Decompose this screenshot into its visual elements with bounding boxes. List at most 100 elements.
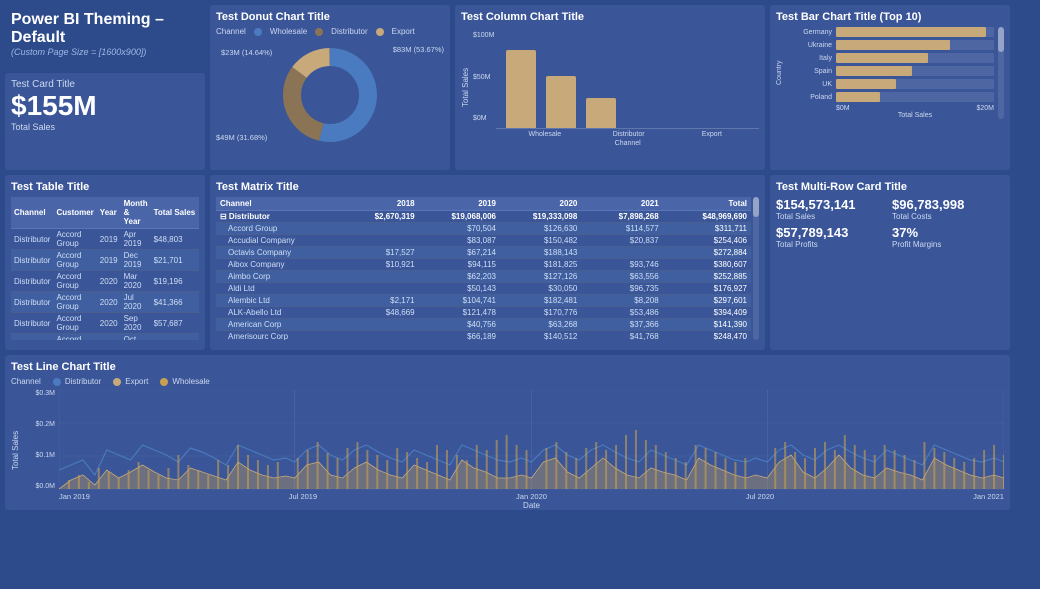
title-panel: Power BI Theming – Default (Custom Page … <box>5 5 205 63</box>
scrollbar-thumb[interactable] <box>998 27 1004 52</box>
legend-distributor-dot <box>315 28 323 36</box>
wholesale-legend-dot <box>160 378 168 386</box>
donut-svg <box>275 40 385 150</box>
col-sales: Total Sales <box>151 197 199 229</box>
line-chart-inner: Jan 2019 Jul 2019 Jan 2020 Jul 2020 Jan … <box>59 390 1004 510</box>
line-legend-export: Export <box>113 377 148 386</box>
x-label-distributor: Distributor <box>613 131 643 138</box>
col-customer: Customer <box>53 197 96 229</box>
x-tick-jul2020: Jul 2020 <box>746 492 774 501</box>
matrix-row: Aimbo Corp $62,203 $127,126 $63,556 $252… <box>216 271 751 283</box>
matrix-panel: Test Matrix Title Channel 2018 2019 2020… <box>210 175 765 350</box>
bar-x-tick-0: $0M <box>836 105 850 112</box>
matrix-col-channel: Channel <box>216 197 344 211</box>
scrollbar-track[interactable] <box>998 27 1004 119</box>
line-legend-wholesale: Wholesale <box>160 377 209 386</box>
matrix-col-2021: 2021 <box>581 197 662 211</box>
donut-legend: Channel Wholesale Distributor Export <box>216 27 444 36</box>
matrix-col-2019: 2019 <box>419 197 500 211</box>
hbar-fill-spain <box>836 66 912 76</box>
hbar-track-ukraine <box>836 40 994 50</box>
hbar-track-spain <box>836 66 994 76</box>
multirow-grid: $154,573,141 Total Sales $96,783,998 Tot… <box>776 197 1004 249</box>
line-chart-svg <box>59 390 1004 490</box>
card-value: $155M <box>11 90 199 122</box>
legend-channel-label: Channel <box>216 27 246 36</box>
col-bar-wholesale <box>506 50 536 128</box>
matrix-scrollbar-track[interactable] <box>753 197 759 340</box>
multirow-profit-margins-lbl: Profit Margins <box>892 240 1004 249</box>
table-container[interactable]: Channel Customer Year Month & Year Total… <box>11 197 199 340</box>
bar-x-tick-20: $20M <box>976 105 994 112</box>
legend-wholesale-dot <box>254 28 262 36</box>
hbar-fill-germany <box>836 27 986 37</box>
multirow-profit-margins-val: 37% <box>892 225 1004 240</box>
hbar-germany: Germany <box>787 27 994 37</box>
distributor-legend-label: Distributor <box>65 377 101 386</box>
hbar-fill-poland <box>836 92 880 102</box>
col-bar-wholesale-rect <box>506 50 536 128</box>
subtitle: (Custom Page Size = [1600x900]) <box>11 47 199 57</box>
line-chart-body: Total Sales $0.3M $0.2M $0.1M $0.0M <box>11 390 1004 510</box>
x-label-wholesale: Wholesale <box>529 131 559 138</box>
matrix-row: Accord Group $70,504 $126,630 $114,577 $… <box>216 223 751 235</box>
table-row: DistributorAccord Group2020Oct 2020$11,6… <box>11 334 199 341</box>
table-row: DistributorAccord Group2020Jul 2020$41,3… <box>11 292 199 313</box>
multirow-profit-margins: 37% Profit Margins <box>892 225 1004 249</box>
x-tick-jan2020: Jan 2020 <box>516 492 547 501</box>
line-x-label: Date <box>59 501 1004 510</box>
bar-x-ticks: $0M $20M <box>836 105 994 112</box>
y-tick-02: $0.2M <box>27 421 55 428</box>
donut-label-export: $23M (14.64%) <box>221 48 272 57</box>
x-tick-jan2019: Jan 2019 <box>59 492 90 501</box>
card-sublabel: Total Sales <box>11 122 199 132</box>
hbar-poland: Poland <box>787 92 994 102</box>
hbar-label-germany: Germany <box>787 29 832 36</box>
hbar-label-uk: UK <box>787 81 832 88</box>
bar-chart-area: Country Germany Ukraine Italy <box>776 27 1004 119</box>
y-tick-bot: $0M <box>473 115 494 122</box>
multirow-total-profits-val: $57,789,143 <box>776 225 888 240</box>
matrix-row: Alembic Ltd $2,171 $104,741 $182,481 $8,… <box>216 295 751 307</box>
hbar-track-italy <box>836 53 994 63</box>
multirow-total-sales: $154,573,141 Total Sales <box>776 197 888 221</box>
line-legend-channel: Channel <box>11 377 41 386</box>
matrix-row: Accudial Company $83,087 $150,482 $20,83… <box>216 235 751 247</box>
matrix-group-distributor: ⊟ Distributor $2,670,319 $19,068,006 $19… <box>216 211 751 223</box>
col-bar-export <box>586 98 616 128</box>
column-chart-inner: Wholesale Distributor Export Channel <box>496 27 759 147</box>
col-bar-export-rect <box>586 98 616 128</box>
col-bar-distributor-rect <box>546 76 576 128</box>
matrix-col-2020: 2020 <box>500 197 581 211</box>
line-chart-title: Test Line Chart Title <box>11 361 1004 373</box>
matrix-row: Aibox Company $10,921 $94,115 $181,825 $… <box>216 259 751 271</box>
hbar-spain: Spain <box>787 66 994 76</box>
table-row: DistributorAccord Group2020Mar 2020$19,1… <box>11 271 199 292</box>
hbar-track-germany <box>836 27 994 37</box>
legend-distributor-label: Distributor <box>331 27 367 36</box>
multirow-total-costs-val: $96,783,998 <box>892 197 1004 212</box>
bar-x-label: Total Sales <box>836 112 994 119</box>
matrix-col-total: Total <box>663 197 751 211</box>
multirow-total-profits-lbl: Total Profits <box>776 240 888 249</box>
line-x-ticks: Jan 2019 Jul 2019 Jan 2020 Jul 2020 Jan … <box>59 492 1004 501</box>
matrix-container[interactable]: Channel 2018 2019 2020 2021 Total ⊟ Dist… <box>216 197 759 340</box>
hbar-label-ukraine: Ukraine <box>787 42 832 49</box>
table-panel: Test Table Title Channel Customer Year M… <box>5 175 205 350</box>
bar-chart-panel: Test Bar Chart Title (Top 10) Country Ge… <box>770 5 1010 170</box>
matrix-scrollbar-thumb[interactable] <box>753 197 759 217</box>
line-legend: Channel Distributor Export Wholesale <box>11 377 1004 386</box>
x-tick-jan2021: Jan 2021 <box>973 492 1004 501</box>
col-month: Month & Year <box>121 197 151 229</box>
table-row: DistributorAccord Group2020Sep 2020$57,6… <box>11 313 199 334</box>
y-tick-01: $0.1M <box>27 452 55 459</box>
y-tick-top: $100M <box>473 32 494 39</box>
multirow-panel: Test Multi-Row Card Title $154,573,141 T… <box>770 175 1010 350</box>
donut-container: $83M (53.67%) $49M (31.68%) $23M (14.64%… <box>216 40 444 150</box>
matrix-title: Test Matrix Title <box>216 181 759 193</box>
table-row: DistributorAccord Group2019Dec 2019$21,7… <box>11 250 199 271</box>
multirow-total-profits: $57,789,143 Total Profits <box>776 225 888 249</box>
hbar-label-italy: Italy <box>787 55 832 62</box>
col-year: Year <box>97 197 121 229</box>
bar-chart-title: Test Bar Chart Title (Top 10) <box>776 11 1004 23</box>
